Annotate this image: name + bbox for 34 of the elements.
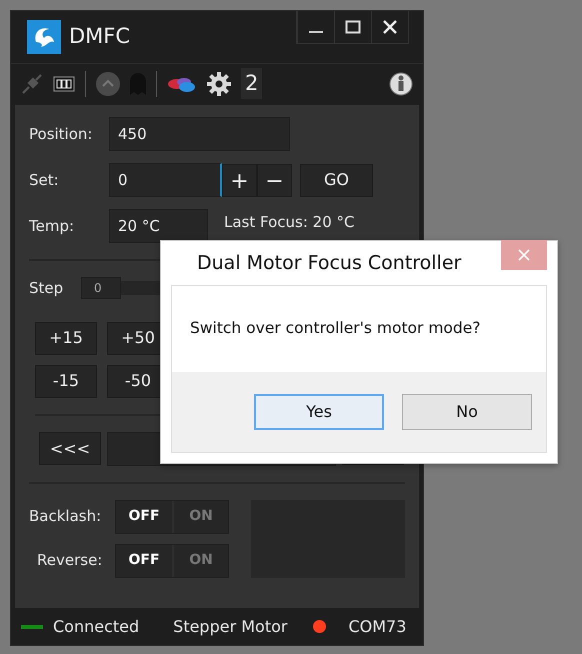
dialog-button[interactable]: No [402, 394, 532, 430]
up-circle-icon[interactable] [96, 72, 120, 96]
toggle-label: Reverse: [36, 550, 104, 572]
minus-button[interactable]: − [257, 164, 292, 196]
profile-number: 2 [241, 68, 262, 100]
field-label: Temp: [29, 216, 76, 237]
temp-field[interactable]: 20 °C [109, 209, 208, 243]
status-text: Connected [53, 616, 140, 638]
step-button[interactable]: -15 [35, 364, 97, 398]
last-focus-text: Last Focus: 20 °C [224, 212, 355, 233]
field-label: Set: [29, 170, 60, 191]
display-icon[interactable] [53, 76, 75, 92]
close-icon [518, 249, 530, 261]
window-title: DMFC [69, 23, 130, 50]
plus-button[interactable]: + [222, 164, 257, 196]
status-text: COM73 [348, 616, 406, 638]
toggle-label: Backlash: [29, 506, 102, 528]
go-button[interactable]: GO [300, 164, 373, 196]
dialog-title: Dual Motor Focus Controller [197, 250, 462, 276]
position-field[interactable]: 450 [109, 117, 290, 151]
set-field[interactable]: 0 [109, 163, 222, 197]
step-label: Step [29, 278, 64, 299]
default-button[interactable]: Yes [254, 394, 384, 430]
toggle-switch[interactable]: OFF ON [115, 544, 229, 578]
logo-icon [27, 20, 61, 54]
info-icon[interactable] [389, 72, 413, 96]
step-button[interactable]: +15 [35, 322, 97, 354]
step-value: 0 [81, 277, 121, 300]
back-button[interactable]: <<< [39, 432, 101, 465]
status-text: Stepper Motor [173, 616, 288, 638]
field-label: Position: [29, 124, 94, 145]
gear-icon[interactable] [207, 72, 231, 96]
dialog-message: Switch over controller's motor mode? [190, 318, 480, 340]
toggle-switch[interactable]: OFF ON [115, 500, 229, 534]
